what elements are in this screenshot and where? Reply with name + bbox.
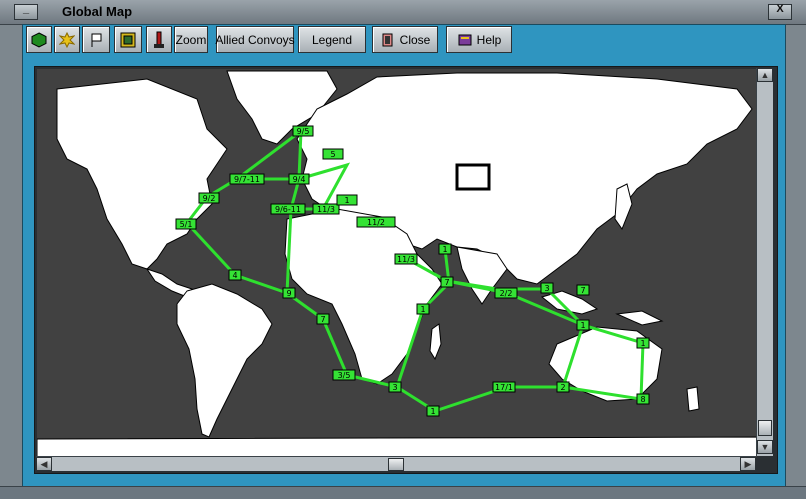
status-bar — [0, 486, 806, 499]
svg-text:11/3: 11/3 — [397, 255, 415, 264]
svg-text:7: 7 — [444, 278, 449, 287]
map-canvas[interactable]: 9/5 9/7-11 9/4 9/2 5/1 9/6-11 11/3 4 9 7… — [37, 69, 757, 457]
convoy-node[interactable]: 17/1 — [492, 381, 516, 393]
close-icon: X — [776, 3, 784, 15]
show-units-button[interactable] — [26, 26, 52, 53]
vertical-scrollbar[interactable]: ▲ ▼ — [756, 68, 773, 456]
svg-text:3: 3 — [392, 383, 397, 392]
svg-text:9/6-11: 9/6-11 — [275, 205, 301, 214]
svg-text:9/7-11: 9/7-11 — [234, 175, 260, 184]
convoy-node[interactable]: 3/5 — [332, 369, 356, 381]
convoy-node[interactable]: 9/2 — [198, 192, 220, 204]
convoy-node[interactable]: 7 — [440, 276, 454, 288]
convoy-node[interactable]: 7 — [576, 284, 590, 296]
convoy-node[interactable]: 1 — [336, 194, 358, 206]
svg-text:11/2: 11/2 — [367, 218, 385, 227]
show-combat-button[interactable] — [54, 26, 80, 53]
convoy-node[interactable]: 7 — [316, 313, 330, 325]
convoy-node[interactable]: 2/2 — [494, 287, 518, 299]
convoy-node[interactable]: 11/2 — [356, 216, 396, 228]
svg-text:2/2: 2/2 — [500, 289, 513, 298]
hex-icon — [31, 31, 47, 48]
svg-text:4: 4 — [232, 271, 237, 280]
convoy-node[interactable]: 11/3 — [312, 203, 340, 215]
svg-text:1: 1 — [430, 407, 435, 416]
convoy-node[interactable]: 9/7-11 — [229, 173, 265, 185]
convoy-node[interactable]: 2 — [556, 381, 570, 393]
svg-text:5/1: 5/1 — [180, 220, 193, 229]
svg-text:1: 1 — [420, 305, 425, 314]
legend-label: Legend — [311, 32, 353, 47]
svg-text:2: 2 — [560, 383, 565, 392]
show-grid-button[interactable] — [114, 26, 142, 53]
landmass-antarctica — [37, 436, 757, 457]
svg-text:5: 5 — [330, 150, 335, 159]
convoy-node[interactable]: 1 — [426, 405, 440, 417]
svg-text:1: 1 — [580, 321, 585, 330]
scroll-right-icon[interactable]: ▶ — [740, 457, 756, 471]
svg-text:1: 1 — [640, 339, 645, 348]
scroll-down-icon[interactable]: ▼ — [757, 440, 773, 454]
svg-text:11/3: 11/3 — [317, 205, 335, 214]
convoy-node[interactable]: 4 — [228, 269, 242, 281]
svg-text:9/5: 9/5 — [297, 127, 310, 136]
svg-text:3/5: 3/5 — [338, 371, 351, 380]
svg-text:1: 1 — [344, 196, 349, 205]
title-bar[interactable]: _ Global Map X — [0, 0, 806, 25]
convoy-node[interactable]: 9/6-11 — [270, 203, 306, 215]
svg-text:1: 1 — [442, 245, 447, 254]
explosion-icon — [59, 31, 75, 48]
close-label: Close — [399, 32, 431, 47]
window-close-button[interactable]: X — [768, 3, 792, 20]
zoom-button[interactable]: Zoom — [174, 26, 208, 53]
window-title: Global Map — [62, 4, 133, 19]
convoy-node[interactable]: 1 — [438, 243, 452, 255]
allied-convoys-label: Allied Convoys — [215, 32, 295, 47]
convoy-node[interactable]: 3 — [388, 381, 402, 393]
scroll-up-icon[interactable]: ▲ — [757, 68, 773, 82]
convoy-node[interactable]: 9/5 — [292, 125, 314, 137]
show-flags-button[interactable] — [82, 26, 110, 53]
svg-text:9: 9 — [286, 289, 291, 298]
exit-icon — [382, 33, 393, 46]
svg-text:7: 7 — [320, 315, 325, 324]
minimize-button[interactable]: _ — [14, 3, 38, 20]
help-label: Help — [476, 32, 502, 47]
zoom-label: Zoom — [175, 32, 207, 47]
flag-icon — [91, 33, 102, 47]
scroll-left-icon[interactable]: ◀ — [36, 457, 52, 471]
svg-text:9/4: 9/4 — [293, 175, 306, 184]
show-markers-button[interactable] — [146, 26, 172, 53]
svg-text:9/2: 9/2 — [203, 194, 216, 203]
svg-text:3: 3 — [544, 284, 549, 293]
vertical-scroll-thumb[interactable] — [758, 420, 772, 436]
horizontal-scroll-thumb[interactable] — [388, 458, 404, 471]
convoy-node[interactable]: 9 — [282, 287, 296, 299]
convoy-node[interactable]: 3 — [540, 282, 554, 294]
convoy-node[interactable]: 5/1 — [175, 218, 197, 230]
svg-text:8: 8 — [640, 395, 645, 404]
svg-text:17/1: 17/1 — [495, 383, 513, 392]
minimize-icon: _ — [22, 3, 30, 15]
close-button[interactable]: Close — [372, 26, 438, 53]
marker-icon — [154, 31, 164, 48]
landmass-new-zealand — [686, 386, 700, 412]
convoy-node[interactable]: 9/4 — [288, 173, 310, 185]
convoy-node[interactable]: 11/3 — [394, 253, 418, 265]
convoy-node[interactable]: 1 — [636, 337, 650, 349]
horizontal-scrollbar[interactable]: ◀ ▶ — [36, 456, 756, 471]
convoy-node[interactable]: 5 — [322, 148, 344, 160]
legend-button[interactable]: Legend — [298, 26, 366, 53]
convoy-node[interactable]: 8 — [636, 393, 650, 405]
help-button[interactable]: Help — [446, 26, 512, 53]
allied-convoys-button[interactable]: Allied Convoys — [215, 26, 295, 53]
svg-text:7: 7 — [580, 286, 585, 295]
convoy-node[interactable]: 1 — [416, 303, 430, 315]
grid-icon — [120, 32, 136, 47]
book-icon — [458, 34, 472, 45]
convoy-node[interactable]: 1 — [576, 319, 590, 331]
game-window: _ Global Map X Zoom Allied Convoys Legen… — [0, 0, 806, 499]
world-map[interactable]: 9/5 9/7-11 9/4 9/2 5/1 9/6-11 11/3 4 9 7… — [34, 66, 778, 474]
